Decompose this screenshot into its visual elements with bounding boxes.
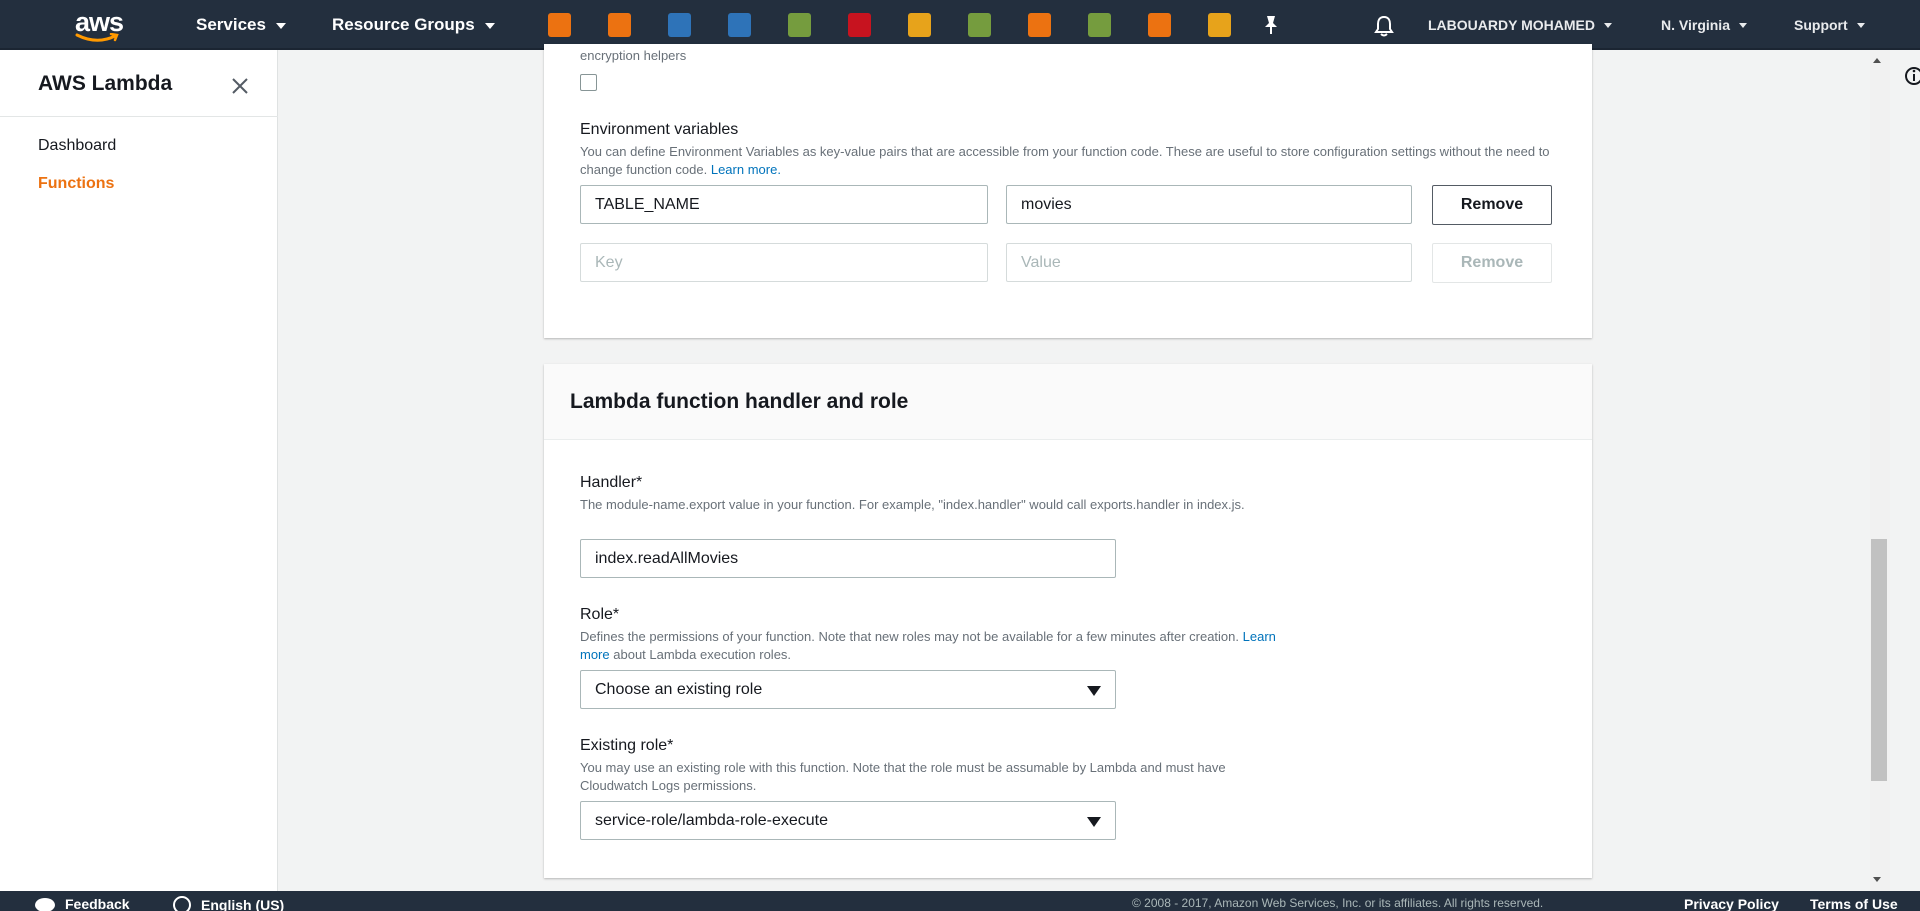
chevron-down-icon	[1603, 22, 1612, 28]
region-name: N. Virginia	[1661, 17, 1730, 33]
console-footer: Feedback English (US) © 2008 - 2017, Ama…	[0, 891, 1920, 911]
resource-groups-menu[interactable]: Resource Groups	[332, 15, 495, 35]
account-name: LABOUARDY MOHAMED	[1428, 17, 1595, 33]
encryption-helper-text: encryption helpers	[580, 48, 687, 63]
codedeploy-icon[interactable]	[848, 13, 871, 37]
role-help: Defines the permissions of your function…	[580, 628, 1290, 664]
handler-role-title: Lambda function handler and role	[570, 390, 909, 413]
aws-smile-icon	[75, 33, 119, 42]
s3-icon[interactable]	[668, 13, 691, 37]
handler-role-panel-header: Lambda function handler and role	[544, 364, 1592, 440]
chat-bubble-icon	[35, 898, 55, 911]
role-help-text: Defines the permissions of your function…	[580, 629, 1240, 644]
env-vars-learn-more-link[interactable]: Learn more.	[711, 162, 781, 177]
role-select-value: Choose an existing role	[595, 680, 763, 698]
encryption-helpers-checkbox[interactable]	[580, 74, 597, 91]
resource-groups-label: Resource Groups	[332, 15, 475, 34]
existing-role-label: Existing role*	[580, 737, 674, 754]
storage-gateway-icon[interactable]	[908, 13, 931, 37]
env-vars-help: You can define Environment Variables as …	[580, 143, 1560, 179]
sidebar: AWS Lambda Dashboard Functions	[0, 50, 278, 891]
existing-role-select[interactable]: service-role/lambda-role-execute	[580, 801, 1116, 840]
env-var-key-input[interactable]: TABLE_NAME	[580, 185, 988, 224]
privacy-policy-label: Privacy Policy	[1684, 896, 1779, 911]
new-env-var-key-input[interactable]: Key	[580, 243, 988, 282]
env-var-value-input[interactable]: movies	[1006, 185, 1412, 224]
rds-icon[interactable]	[728, 13, 751, 37]
region-menu[interactable]: N. Virginia	[1661, 17, 1747, 33]
ecs-icon[interactable]	[1148, 13, 1171, 37]
chevron-down-icon	[1856, 22, 1865, 28]
support-menu[interactable]: Support	[1794, 17, 1865, 33]
new-env-var-value-input[interactable]: Value	[1006, 243, 1412, 282]
bell-icon[interactable]	[1374, 15, 1394, 37]
chevron-down-icon	[275, 23, 286, 29]
sidebar-item-functions[interactable]: Functions	[38, 175, 114, 193]
copyright-text: © 2008 - 2017, Amazon Web Services, Inc.…	[1132, 896, 1544, 910]
pinned-services	[548, 13, 1231, 37]
environment-variables-panel: encryption helpers Environment variables…	[544, 44, 1592, 338]
terms-of-use-link[interactable]: Terms of Use	[1810, 896, 1898, 911]
globe-icon	[173, 896, 191, 911]
sidebar-item-dashboard[interactable]: Dashboard	[38, 137, 116, 155]
language-label: English (US)	[201, 897, 285, 911]
chevron-down-icon	[1738, 22, 1747, 28]
cloudformation-icon[interactable]	[788, 13, 811, 37]
close-icon[interactable]	[228, 74, 252, 98]
role-select[interactable]: Choose an existing role	[580, 670, 1116, 709]
aws-logo[interactable]: aws	[70, 6, 130, 44]
handler-label: Handler*	[580, 474, 643, 491]
feedback-label: Feedback	[65, 896, 130, 911]
ec2-icon[interactable]	[548, 13, 571, 37]
top-navigation-bar: aws Services Resource Groups LABOUARDY M…	[0, 0, 1920, 50]
services-label: Services	[196, 15, 266, 34]
dropdown-arrow-icon	[1087, 817, 1101, 827]
language-selector[interactable]: English (US)	[172, 896, 284, 911]
info-icon[interactable]	[1904, 66, 1920, 86]
feedback-button[interactable]: Feedback	[34, 896, 130, 911]
scroll-down-arrow-icon[interactable]	[1873, 877, 1881, 882]
handler-role-panel: Lambda function handler and role Handler…	[544, 364, 1592, 878]
privacy-policy-link[interactable]: Privacy Policy	[1684, 896, 1779, 911]
existing-role-help-text: You may use an existing role with this f…	[580, 760, 1226, 793]
account-menu[interactable]: LABOUARDY MOHAMED	[1428, 17, 1612, 33]
api-gateway-icon[interactable]	[1208, 13, 1231, 37]
elastic-beanstalk-icon[interactable]	[1028, 13, 1051, 37]
terms-of-use-label: Terms of Use	[1810, 896, 1898, 911]
sidebar-title: AWS Lambda	[38, 72, 173, 95]
scroll-up-arrow-icon[interactable]	[1873, 58, 1881, 63]
remove-new-env-var-button[interactable]: Remove	[1432, 243, 1552, 283]
role-help-text-after: about Lambda execution roles.	[613, 647, 792, 662]
support-label: Support	[1794, 17, 1848, 33]
handler-help-text: The module-name.export value in your fun…	[580, 497, 1245, 512]
role-label: Role*	[580, 606, 620, 623]
env-vars-label: Environment variables	[580, 121, 739, 138]
existing-role-select-value: service-role/lambda-role-execute	[595, 811, 828, 829]
cloudwatch-icon[interactable]	[1088, 13, 1111, 37]
handler-input[interactable]: index.readAllMovies	[580, 539, 1116, 578]
pushpin-icon[interactable]	[1262, 15, 1280, 35]
remove-env-var-button[interactable]: Remove	[1432, 185, 1552, 225]
lambda-icon[interactable]	[608, 13, 631, 37]
dropdown-arrow-icon	[1087, 686, 1101, 696]
scrollbar-thumb[interactable]	[1871, 539, 1887, 781]
services-menu[interactable]: Services	[196, 15, 286, 35]
sidebar-divider	[0, 116, 278, 117]
iam-icon[interactable]	[968, 13, 991, 37]
chevron-down-icon	[484, 23, 495, 29]
